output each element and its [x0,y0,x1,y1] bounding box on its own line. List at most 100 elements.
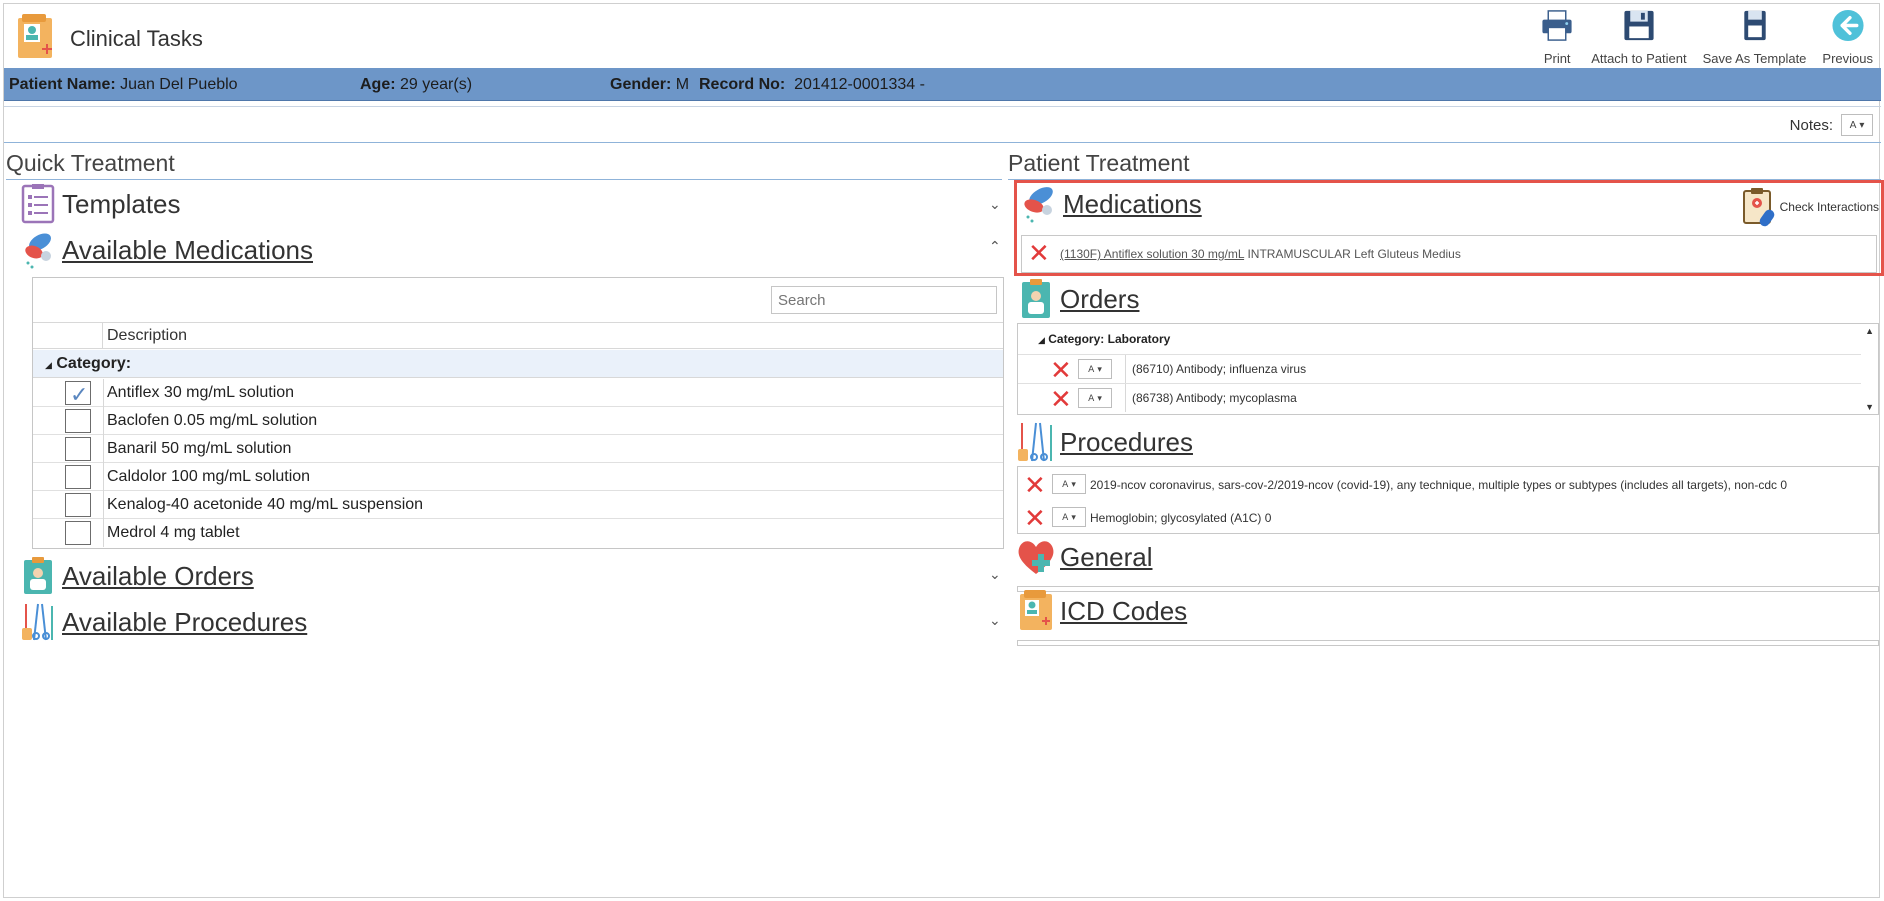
patient-orders-header[interactable]: Orders [1016,278,1139,320]
notes-dropdown[interactable]: 𝖠 ▾ [1078,359,1112,379]
collapse-triangle-icon: ◢ [45,360,52,370]
patient-treatment-title: Patient Treatment [1008,150,1190,176]
caret-down-icon: ▾ [1097,363,1102,374]
patient-icd-codes-label: ICD Codes [1060,595,1188,626]
surgical-tools-icon [1018,422,1052,462]
toolbar: Print Attach to Patient Save As Template [1531,8,1881,66]
column-separator [103,379,104,407]
chevron-down-icon[interactable]: ⌄ [989,196,1001,213]
patient-general-label: General [1060,541,1153,572]
patient-record: Record No: 201412-0001334 - [699,76,925,93]
remove-x-icon[interactable]: ✕ [1028,240,1050,266]
patient-medication-entry: ✕ (1130F) Antiflex solution 30 mg/mL INT… [1021,235,1877,273]
print-button[interactable]: Print [1531,8,1583,66]
caret-down-icon: ▾ [1097,392,1102,403]
templates-header[interactable]: Templates [20,184,181,224]
search-input[interactable] [771,286,997,314]
attach-to-patient-button[interactable]: Attach to Patient [1583,8,1694,66]
collapse-triangle-icon: ◢ [1038,335,1045,345]
remove-x-icon[interactable]: ✕ [1050,386,1072,412]
print-label: Print [1543,51,1571,66]
select-column-header [33,323,103,349]
medication-checkbox[interactable] [65,521,91,545]
patient-medications-label: Medications [1063,188,1202,219]
text-format-icon: 𝖠 [1088,363,1095,374]
notes-control: Notes: 𝖠 ▾ [1790,114,1873,136]
column-separator [103,491,104,519]
check-interactions-button[interactable]: Check Interactions [1740,187,1879,227]
patient-medications-header[interactable]: Medications [1019,183,1202,225]
available-medications-label: Available Medications [62,234,313,265]
patient-procedures-header[interactable]: Procedures [1016,421,1193,463]
heart-plus-icon [1018,541,1054,574]
patient-procedures-list: ✕ 𝖠 ▾ 2019-ncov coronavirus, sars-cov-2/2… [1017,466,1879,534]
order-text: (86710) Antibody; influenza virus [1132,362,1307,376]
app-header: Clinical Tasks Print Attach to Patient S… [4,4,1881,66]
available-orders-header[interactable]: Available Orders [20,556,254,596]
procedure-row[interactable]: ✕ 𝖠 ▾ 2019-ncov coronavirus, sars-cov-2/2… [1018,469,1878,501]
medication-name: Kenalog-40 acetonide 40 mg/mL suspension [107,496,424,513]
medication-checkbox[interactable] [65,437,91,461]
medication-row[interactable]: Banaril 50 mg/mL solution [33,435,1003,463]
procedure-text: 2019-ncov coronavirus, sars-cov-2/2019-n… [1090,478,1788,492]
notes-dropdown[interactable]: 𝖠 ▾ [1052,507,1086,527]
divider [4,142,1881,143]
quick-treatment-title: Quick Treatment [6,150,175,176]
orders-category-label: ◢ Category: Laboratory [1038,332,1171,346]
medication-row[interactable]: Medrol 4 mg tablet [33,519,1003,547]
column-separator [1125,384,1126,412]
chevron-up-icon[interactable]: ⌃ [989,238,1001,255]
patient-orders-label: Orders [1060,283,1140,314]
patient-icd-codes-header[interactable]: ICD Codes [1016,590,1187,632]
available-orders-label: Available Orders [62,560,254,591]
medications-grid: Description ◢ Category: ✓ Antiflex 30 mg… [32,277,1004,549]
notes-dropdown[interactable]: 𝖠 ▾ [1841,114,1873,136]
description-column-header[interactable]: Description [107,327,187,345]
patient-general-header[interactable]: General [1016,536,1153,578]
medication-entry-detail: INTRAMUSCULAR Left Gluteus Medius [1247,247,1461,261]
medication-name: Caldolor 100 mg/mL solution [107,468,311,485]
medication-row[interactable]: ✓ Antiflex 30 mg/mL solution [33,379,1003,407]
scroll-down-icon[interactable]: ▼ [1865,402,1874,412]
remove-x-icon[interactable]: ✕ [1024,472,1046,498]
medication-entry-link[interactable]: (1130F) Antiflex solution 30 mg/mL [1060,247,1244,261]
column-separator [103,407,104,435]
procedure-row[interactable]: ✕ 𝖠 ▾ Hemoglobin; glycosylated (A1C) 0 [1018,502,1878,534]
medication-checkbox[interactable] [65,493,91,517]
clinical-folder-icon [1020,590,1052,630]
medication-checkbox[interactable]: ✓ [65,381,91,407]
remove-x-icon[interactable]: ✕ [1024,505,1046,531]
text-format-icon: 𝖠 [1849,119,1857,131]
printer-icon [1542,10,1572,41]
medication-name: Antiflex 30 mg/mL solution [107,384,295,401]
medication-row[interactable]: Kenalog-40 acetonide 40 mg/mL suspension [33,491,1003,519]
remove-x-icon[interactable]: ✕ [1050,357,1072,383]
notes-dropdown[interactable]: 𝖠 ▾ [1052,474,1086,494]
caret-down-icon: ▾ [1859,119,1865,131]
category-group-row[interactable]: ◢ Category: [33,350,1003,378]
medication-checkbox[interactable] [65,465,91,489]
pills-icon [1024,187,1053,223]
medication-checkbox[interactable] [65,409,91,433]
notes-dropdown[interactable]: 𝖠 ▾ [1078,388,1112,408]
patient-orders-list: ◢ Category: Laboratory ▲ ▼ ✕ 𝖠 ▾ (86710) … [1017,323,1879,415]
scroll-up-icon[interactable]: ▲ [1865,326,1874,336]
patient-procedures-label: Procedures [1060,426,1193,457]
chevron-down-icon[interactable]: ⌄ [989,612,1001,629]
chevron-down-icon[interactable]: ⌄ [989,566,1001,583]
medication-row[interactable]: Caldolor 100 mg/mL solution [33,463,1003,491]
caret-down-icon: ▾ [1071,511,1076,522]
order-row[interactable]: ✕ 𝖠 ▾ (86738) Antibody; mycoplasma [1018,383,1861,412]
available-procedures-header[interactable]: Available Procedures [20,602,307,642]
save-as-template-button[interactable]: Save As Template [1695,8,1815,66]
medication-row[interactable]: Baclofen 0.05 mg/mL solution [33,407,1003,435]
clinical-folder-icon [18,14,52,58]
template-disk-icon [1743,10,1766,41]
available-medications-header[interactable]: Available Medications [20,230,313,270]
divider [6,179,1002,180]
order-row[interactable]: ✕ 𝖠 ▾ (86710) Antibody; influenza virus [1018,354,1861,383]
clipboard-pill-icon [1742,188,1774,227]
column-separator [103,463,104,491]
previous-button[interactable]: Previous [1814,8,1881,66]
save-disk-icon [1624,10,1654,41]
